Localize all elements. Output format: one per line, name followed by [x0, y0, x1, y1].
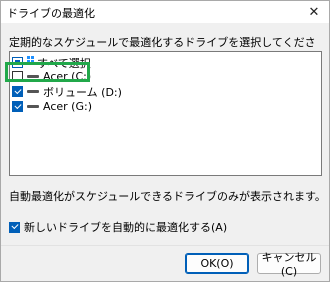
auto-optimize-option[interactable]: 新しいドライブを自動的に最適化する(A): [9, 219, 227, 235]
drive-icon: [27, 74, 39, 80]
drive-list[interactable]: すべて選択 Acer (C:) ボリューム (D:) Acer (G:): [9, 51, 322, 176]
ok-button[interactable]: OK(O): [185, 253, 249, 274]
auto-optimize-label: 新しいドライブを自動的に最適化する(A): [24, 221, 228, 234]
cancel-button[interactable]: キャンセル(C): [257, 251, 321, 278]
drive-g-checkbox[interactable]: [12, 101, 23, 112]
drive-icon: [27, 104, 39, 110]
drive-icon: [27, 89, 39, 95]
select-all-checkbox[interactable]: [12, 57, 23, 68]
drive-row-g[interactable]: Acer (G:): [12, 99, 317, 114]
window-title: ドライブの最適化: [7, 7, 95, 20]
auto-optimize-checkbox[interactable]: [9, 221, 20, 233]
optimize-drives-dialog: ドライブの最適化 ✕ 定期的なスケジュールで最適化するドライブを選択してください…: [0, 0, 330, 282]
drive-g-label: Acer (G:): [43, 100, 92, 113]
drive-c-checkbox[interactable]: [12, 71, 23, 82]
drive-row-d[interactable]: ボリューム (D:): [12, 84, 317, 99]
title-bar: ドライブの最適化 ✕: [1, 1, 329, 23]
windows-logo-icon: [27, 56, 34, 63]
drive-d-checkbox[interactable]: [12, 86, 23, 97]
drive-c-label: Acer (C:): [43, 70, 92, 83]
close-button[interactable]: ✕: [301, 1, 327, 23]
scheduled-drives-note: 自動最適化がスケジュールできるドライブのみが表示されます。: [9, 190, 326, 203]
select-all-row[interactable]: すべて選択: [12, 55, 317, 70]
drive-row-c[interactable]: Acer (C:): [12, 69, 317, 84]
drive-d-label: ボリューム (D:): [43, 85, 122, 99]
footer-divider: [1, 245, 329, 246]
